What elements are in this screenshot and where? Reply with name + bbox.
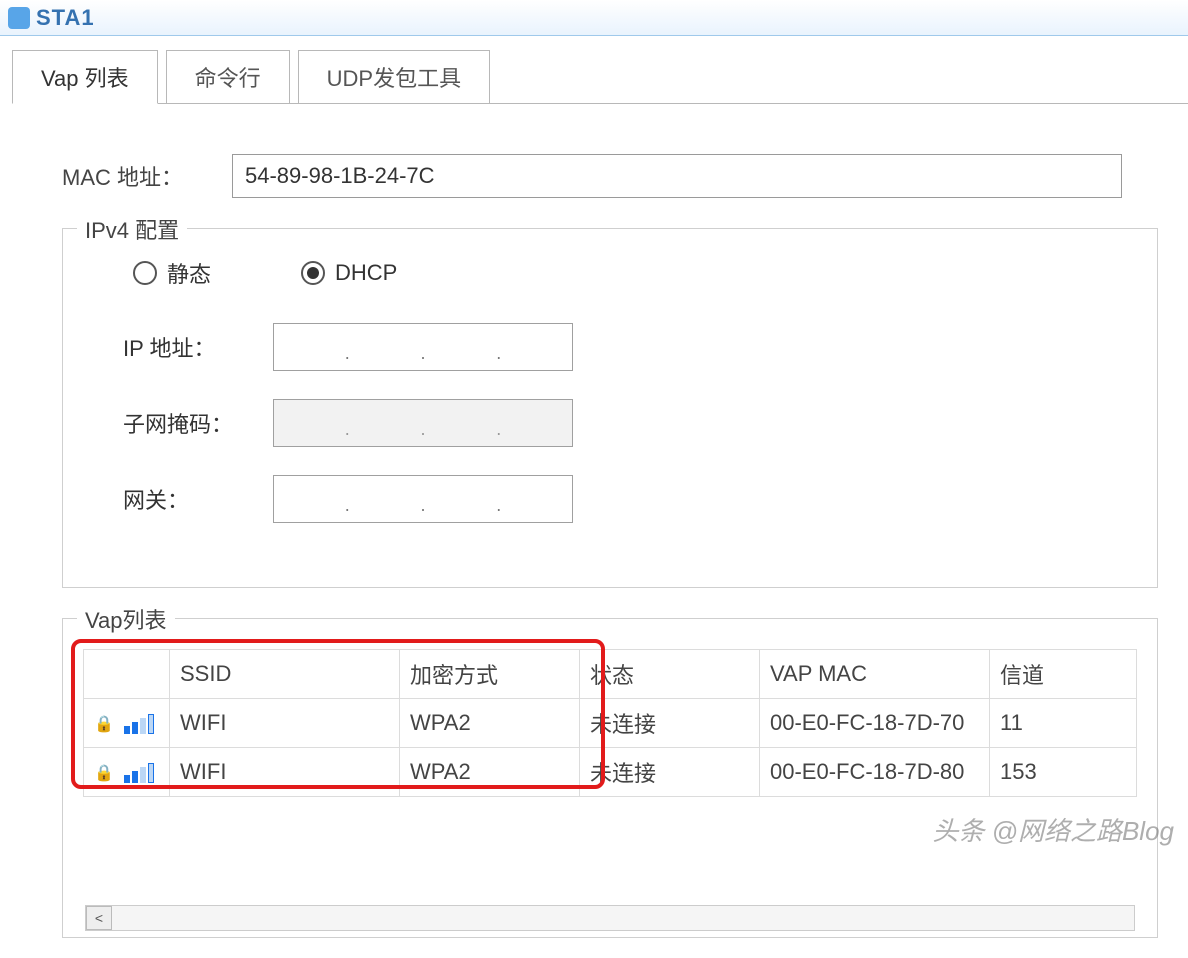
gateway-label: 网关： xyxy=(123,483,273,515)
radio-dot-icon xyxy=(307,267,319,279)
signal-icon xyxy=(124,714,154,734)
lock-icon: 🔒 xyxy=(94,716,114,733)
cell-encryption: WPA2 xyxy=(400,699,580,748)
ip-address-label: IP 地址： xyxy=(123,331,273,363)
col-icon[interactable] xyxy=(84,650,170,699)
mac-label: MAC 地址： xyxy=(62,160,232,192)
ipv4-mode-radios: 静态 DHCP xyxy=(133,257,1127,289)
radio-circle-icon xyxy=(301,261,325,285)
vap-table: SSID 加密方式 状态 VAP MAC 信道 🔒 xyxy=(83,649,1137,797)
tab-cli[interactable]: 命令行 xyxy=(166,50,290,104)
radio-static[interactable]: 静态 xyxy=(133,257,211,289)
radio-dhcp-label: DHCP xyxy=(335,260,397,286)
tab-content: MAC 地址： IPv4 配置 静态 DHCP IP 地址： xyxy=(12,103,1188,958)
lock-icon: 🔒 xyxy=(94,765,114,782)
cell-status: 未连接 xyxy=(580,748,760,797)
signal-icon xyxy=(124,763,154,783)
title-bar: STA1 xyxy=(0,0,1188,36)
cell-channel: 153 xyxy=(990,748,1137,797)
horizontal-scrollbar[interactable]: < xyxy=(85,905,1135,931)
window-title: STA1 xyxy=(36,5,95,31)
col-vapmac[interactable]: VAP MAC xyxy=(760,650,990,699)
table-row[interactable]: 🔒 WIFI WPA2 未连接 00-E0-FC-18-7D-80 153 xyxy=(84,748,1137,797)
vap-list-fieldset: Vap列表 SSID 加密方式 状态 VAP MAC 信道 xyxy=(62,618,1158,938)
col-channel[interactable]: 信道 xyxy=(990,650,1137,699)
mac-row: MAC 地址： xyxy=(62,154,1158,198)
cell-channel: 11 xyxy=(990,699,1137,748)
scroll-left-icon[interactable]: < xyxy=(86,906,112,930)
signal-cell: 🔒 xyxy=(84,699,170,748)
app-logo-icon xyxy=(8,7,30,29)
cell-vapmac: 00-E0-FC-18-7D-70 xyxy=(760,699,990,748)
table-row[interactable]: 🔒 WIFI WPA2 未连接 00-E0-FC-18-7D-70 11 xyxy=(84,699,1137,748)
window-body: Vap 列表 命令行 UDP发包工具 MAC 地址： IPv4 配置 静态 DH… xyxy=(0,36,1188,958)
mac-input[interactable] xyxy=(232,154,1122,198)
ipv4-fieldset: IPv4 配置 静态 DHCP IP 地址： ... xyxy=(62,228,1158,588)
cell-encryption: WPA2 xyxy=(400,748,580,797)
col-encryption[interactable]: 加密方式 xyxy=(400,650,580,699)
subnet-mask-label: 子网掩码： xyxy=(123,407,273,439)
gateway-input[interactable]: ... xyxy=(273,475,573,523)
tab-bar: Vap 列表 命令行 UDP发包工具 xyxy=(12,50,1188,104)
cell-ssid: WIFI xyxy=(170,748,400,797)
radio-dhcp[interactable]: DHCP xyxy=(301,260,397,286)
col-status[interactable]: 状态 xyxy=(580,650,760,699)
cell-status: 未连接 xyxy=(580,699,760,748)
cell-vapmac: 00-E0-FC-18-7D-80 xyxy=(760,748,990,797)
vap-legend: Vap列表 xyxy=(77,603,175,635)
col-ssid[interactable]: SSID xyxy=(170,650,400,699)
subnet-mask-input[interactable]: ... xyxy=(273,399,573,447)
table-header-row: SSID 加密方式 状态 VAP MAC 信道 xyxy=(84,650,1137,699)
signal-cell: 🔒 xyxy=(84,748,170,797)
cell-ssid: WIFI xyxy=(170,699,400,748)
radio-static-label: 静态 xyxy=(167,257,211,289)
ip-grid: IP 地址： ... 子网掩码： ... 网关： ... xyxy=(123,323,1127,551)
ipv4-legend: IPv4 配置 xyxy=(77,213,187,245)
radio-circle-icon xyxy=(133,261,157,285)
ip-address-input[interactable]: ... xyxy=(273,323,573,371)
tab-udp-tool[interactable]: UDP发包工具 xyxy=(298,50,490,104)
tab-vap-list[interactable]: Vap 列表 xyxy=(12,50,158,104)
